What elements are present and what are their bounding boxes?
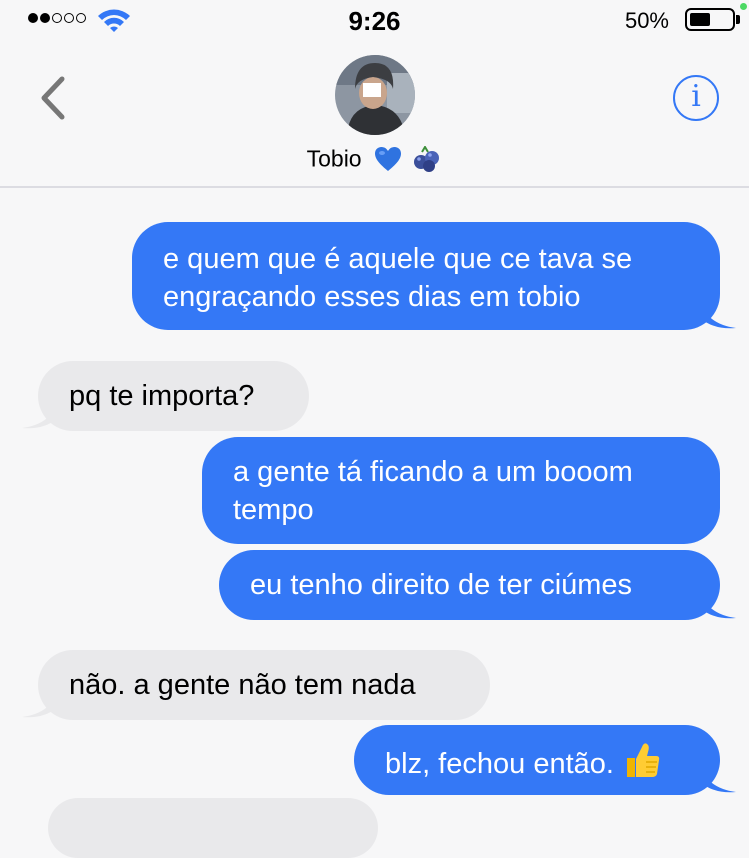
message-bubble-sent[interactable]: a gente tá ficando a um booom tempo [202,437,720,544]
message-bubble-received[interactable]: não. a gente não tem nada [38,650,490,720]
blueberries-icon [414,145,440,172]
thumbs-up-icon [627,743,660,777]
status-bar: 9:26 50% [0,0,749,40]
message-bubble-sent[interactable]: blz, fechou então. [354,725,720,795]
message-line: pq te importa? [69,380,255,412]
charging-indicator-dot [740,3,747,10]
avatar[interactable] [335,55,415,135]
message-line: a gente tá ficando a um booom [233,456,633,488]
contact-name-row[interactable]: Tobio [0,144,749,172]
battery-level-fill [690,13,711,26]
battery-icon [685,8,735,31]
chevron-left-icon [41,76,65,120]
conversation-header: Tobio i [0,40,749,188]
info-button[interactable]: i [673,75,719,121]
back-button[interactable] [36,73,70,123]
message-bubble-received[interactable]: pq te importa? [38,361,309,431]
blue-heart-icon [374,146,401,171]
message-line: e quem que é aquele que ce tava se [163,243,633,275]
battery-percentage: 50% [624,8,669,33]
message-line: tempo [233,494,314,526]
message-line: blz, fechou então. [385,748,614,780]
battery-tip [736,15,740,24]
message-line: não. a gente não tem nada [69,669,416,701]
message-bubble-sent[interactable]: e quem que é aquele que ce tava se engra… [132,222,720,330]
message-bubble-sent[interactable]: eu tenho direito de ter ciúmes [219,550,720,620]
message-bubble-received[interactable] [48,798,378,858]
message-line: eu tenho direito de ter ciúmes [250,569,633,601]
info-icon: i [691,79,701,114]
message-line: engraçando esses dias em tobio [163,281,581,313]
contact-name: Tobio [306,145,362,172]
